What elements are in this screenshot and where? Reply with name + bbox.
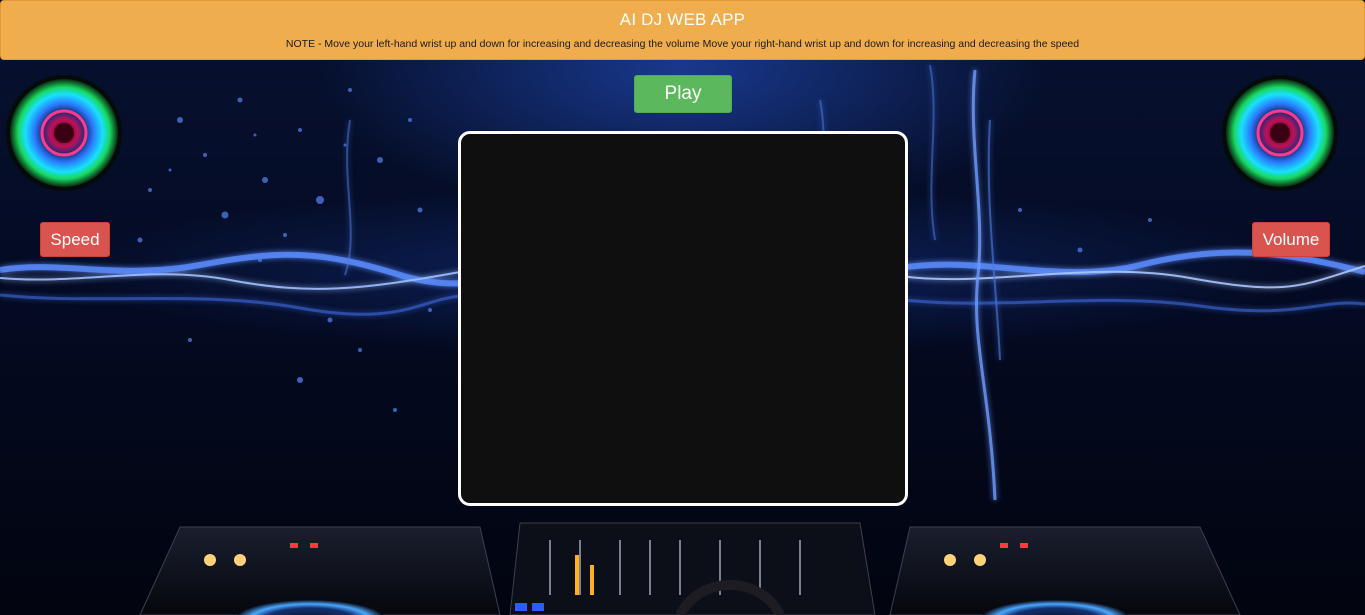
speed-label: Speed (40, 222, 110, 257)
dj-console-graphic (120, 515, 1250, 615)
app-header: AI DJ WEB APP NOTE - Move your left-hand… (0, 0, 1365, 60)
webcam-canvas (458, 131, 908, 506)
right-speaker-icon (1220, 75, 1340, 195)
instructions-note: NOTE - Move your left-hand wrist up and … (285, 38, 1080, 50)
left-speaker-icon (4, 75, 124, 195)
app-title: AI DJ WEB APP (619, 10, 746, 29)
volume-label: Volume (1252, 222, 1330, 257)
play-button[interactable]: Play (634, 75, 732, 113)
